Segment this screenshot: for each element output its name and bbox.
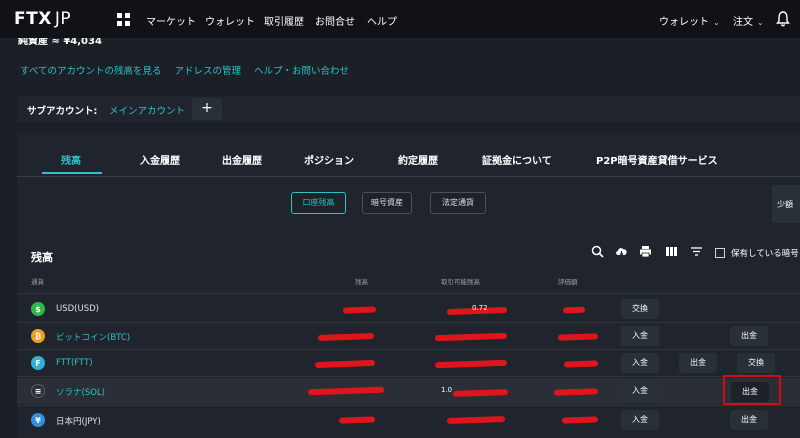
tab-positions[interactable]: ポジション [304,152,354,167]
header-divider [17,293,800,294]
balance-title: 残高 [31,251,53,264]
deposit-button[interactable]: 入金 [621,381,659,401]
redaction-mark [557,333,599,341]
columns-icon[interactable] [665,245,678,258]
ftx-logo[interactable]: FTX JP [14,9,71,29]
col-currency: 通貨 [31,278,44,286]
subaccount-bar: サブアカウント: メインアカウント + [17,96,800,122]
active-tab-indicator [42,172,102,174]
table-row: F FTT(FTT) 入金 出金 交換 [17,350,800,376]
logo-text: FTX [14,9,52,29]
print-icon[interactable] [639,245,652,258]
subaccount-main[interactable]: メインアカウント [109,103,185,117]
nav-wallet[interactable]: ウォレット [205,13,255,28]
chevron-down-icon: ⌄ [757,18,764,27]
withdraw-button[interactable]: 出金 [730,326,768,346]
deposit-button[interactable]: 入金 [621,326,659,346]
redaction-mark [553,388,599,396]
col-available: 取引可能残高 [441,278,480,286]
hold-only-checkbox[interactable] [715,248,725,258]
wallet-dropdown[interactable]: ウォレット ⌄ [659,13,720,28]
deposit-button[interactable]: 入金 [621,353,659,373]
exchange-button[interactable]: 交換 [621,299,659,319]
tab-fills[interactable]: 約定履歴 [398,152,438,167]
row-divider [17,405,800,406]
apps-grid-icon[interactable] [117,13,130,26]
ftt-token-icon: F [31,356,45,370]
redaction-mark [314,359,376,369]
currency-name[interactable]: FTT(FTT) [56,358,93,368]
col-balance: 残高 [355,278,368,286]
highlight-box [723,375,781,405]
col-valuation: 評価額 [558,278,578,286]
filter-icon[interactable] [690,245,703,258]
withdraw-button[interactable]: 出金 [730,410,768,430]
row-divider [17,376,800,377]
redaction-mark [562,306,586,314]
tabs-divider [17,176,800,177]
link-help-contact[interactable]: ヘルプ・お問い合わせ [254,66,349,77]
search-icon[interactable] [591,245,604,258]
nav-trade-history[interactable]: 取引履歴 [264,13,304,28]
hold-only-label: 保有している暗号 [731,249,799,259]
table-row: ≡ ソラナ(SOL) 1.0 入金 出金 [17,378,800,404]
net-assets: 純資産 ≈ ¥4,034 [18,38,102,47]
globe-yen-icon: ¥ [31,413,45,427]
subaccount-label: サブアカウント: [27,106,98,117]
link-address-management[interactable]: アドレスの管理 [175,66,242,77]
small-balance-button[interactable]: 少額 [772,185,800,223]
redaction-mark [446,415,506,425]
filter-account-balance[interactable]: 口座残高 [291,192,346,214]
top-nav: FTX JP マーケット ウォレット 取引履歴 お問合せ ヘルプ ウォレット ⌄ 注… [0,0,800,38]
tab-balance[interactable]: 残高 [61,152,81,167]
bitcoin-icon: ₿ [31,329,45,343]
withdraw-button[interactable]: 出金 [679,353,717,373]
tab-deposit-history[interactable]: 入金履歴 [140,152,180,167]
nav-market[interactable]: マーケット [146,13,196,28]
logo-suffix: JP [54,9,72,29]
chevron-down-icon: ⌄ [713,18,720,27]
available-value: 0.72 [472,304,488,312]
filter-crypto[interactable]: 暗号資産 [362,192,412,214]
currency-name[interactable]: ソラナ(SOL) [56,386,105,398]
bell-icon[interactable] [776,11,790,27]
redaction-mark [307,386,385,396]
redaction-mark [342,306,377,314]
redaction-mark [338,416,376,424]
currency-name: 日本円(JPY) [56,417,101,427]
available-value: 1.0 [441,386,453,394]
redaction-mark [561,416,599,424]
wallet-dropdown-label: ウォレット [659,17,709,28]
table-row: ₿ ビットコイン(BTC) 入金 出金 [17,323,800,349]
order-dropdown[interactable]: 注文 ⌄ [733,13,764,28]
balance-panel: 残高 入金履歴 出金履歴 ポジション 約定履歴 証拠金について P2P暗号資産貸… [17,133,800,438]
currency-name[interactable]: ビットコイン(BTC) [56,331,130,343]
redaction-mark [563,360,599,368]
tab-margin[interactable]: 証拠金について [482,152,552,167]
nav-help[interactable]: ヘルプ [367,13,397,28]
exchange-button[interactable]: 交換 [737,353,775,373]
deposit-button[interactable]: 入金 [621,410,659,430]
redaction-mark [434,332,508,342]
table-row: ¥ 日本円(JPY) 入金 出金 [17,407,800,433]
add-subaccount-button[interactable]: + [192,98,222,120]
usd-dollar-icon: $ [31,302,45,316]
nav-contact[interactable]: お問合せ [315,13,355,28]
filter-fiat[interactable]: 法定通貨 [430,192,486,214]
solana-icon: ≡ [31,384,45,398]
redaction-mark [452,389,509,397]
table-row: $ USD(USD) 0.72 交換 [17,296,800,322]
header-links: すべてのアカウントの残高を見る アドレスの管理 ヘルプ・お問い合わせ [20,63,359,77]
tab-withdraw-history[interactable]: 出金履歴 [222,152,262,167]
tab-p2p-lending[interactable]: P2P暗号資産貸借サービス [596,152,718,167]
download-cloud-icon[interactable] [615,245,628,258]
redaction-mark [434,359,508,369]
currency-name: USD(USD) [56,304,99,314]
link-all-balances[interactable]: すべてのアカウントの残高を見る [20,66,161,77]
order-dropdown-label: 注文 [733,17,753,28]
redaction-mark [317,333,375,341]
